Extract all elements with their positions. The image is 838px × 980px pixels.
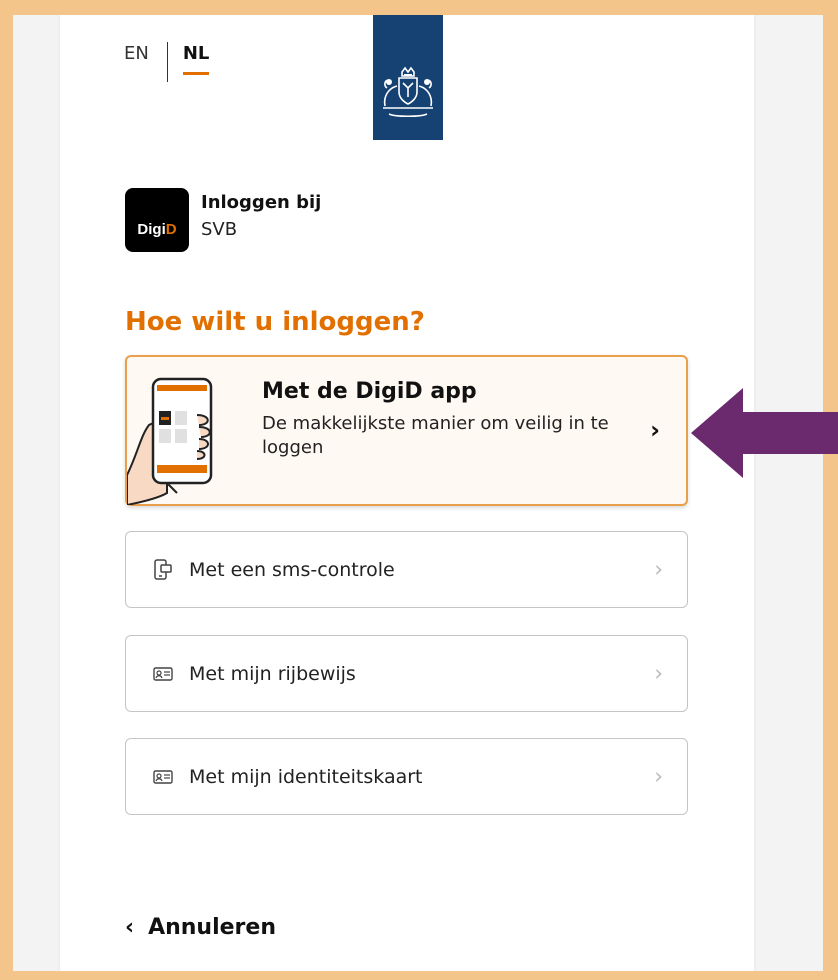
digid-app-title: Met de DigiD app bbox=[262, 379, 477, 404]
chevron-right-icon: › bbox=[650, 416, 660, 444]
digid-app-description: De makkelijkste manier om veilig in te l… bbox=[262, 413, 609, 458]
id-card-icon bbox=[152, 663, 174, 685]
chevron-right-icon: › bbox=[654, 764, 663, 789]
phone-in-hand-illustration bbox=[127, 375, 237, 505]
login-option-rijbewijs[interactable]: Met mijn rijbewijs › bbox=[125, 635, 688, 712]
chevron-right-icon: › bbox=[654, 557, 663, 582]
digid-logo-text: Digi bbox=[137, 221, 166, 238]
login-option-identiteitskaart[interactable]: Met mijn identiteitskaart › bbox=[125, 738, 688, 815]
digid-logo-accent: D bbox=[165, 221, 177, 238]
cancel-label: Annuleren bbox=[148, 915, 276, 940]
option-label: Met mijn identiteitskaart bbox=[189, 765, 423, 788]
id-card-icon bbox=[152, 766, 174, 788]
digid-brand: Digi D Inloggen bij SVB bbox=[125, 188, 321, 252]
coat-of-arms-icon bbox=[383, 66, 433, 118]
chevron-right-icon: › bbox=[654, 661, 663, 686]
sms-phone-icon bbox=[152, 558, 174, 581]
cancel-link[interactable]: ‹ Annuleren bbox=[125, 915, 276, 940]
chevron-left-icon: ‹ bbox=[125, 915, 135, 940]
language-nl-link[interactable]: NL bbox=[182, 42, 209, 75]
language-en-link[interactable]: EN bbox=[124, 42, 149, 64]
language-divider bbox=[166, 42, 168, 82]
brand-subtitle: SVB bbox=[201, 219, 238, 240]
login-panel: EN NL Digi D Inloggen bij SVB Hoe wilt u… bbox=[60, 15, 754, 971]
login-option-digid-app[interactable]: Met de DigiD app De makkelijkste manier … bbox=[125, 355, 688, 506]
option-label: Met mijn rijbewijs bbox=[189, 662, 356, 685]
brand-text: Inloggen bij SVB bbox=[201, 192, 321, 252]
brand-title: Inloggen bij bbox=[201, 192, 322, 213]
option-label: Met een sms-controle bbox=[189, 558, 395, 581]
language-switch: EN NL bbox=[124, 42, 209, 82]
rijksoverheid-logo bbox=[373, 15, 443, 140]
digid-app-text: Met de DigiD app De makkelijkste manier … bbox=[262, 379, 642, 460]
annotation-arrow-icon bbox=[691, 388, 838, 478]
browser-viewport: EN NL Digi D Inloggen bij SVB Hoe wilt u… bbox=[13, 15, 823, 971]
page-title: Hoe wilt u inloggen? bbox=[125, 307, 425, 337]
digid-logo: Digi D bbox=[125, 188, 189, 252]
login-option-sms[interactable]: Met een sms-controle › bbox=[125, 531, 688, 608]
